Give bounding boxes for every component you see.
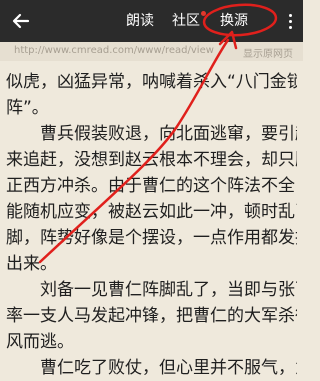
text-line: 能随机应变，被赵云如此一冲，顿时乱了阵 [6,202,297,222]
text-line: 曹兵假装败退，向北面逃窜，要引赵云 [40,124,297,144]
text-line: 正西方冲杀。由于曹仁的这个阵法不全，不 [6,176,297,196]
read-aloud-button[interactable]: 朗读 [126,0,154,42]
text-line: 阵”。 [6,98,49,118]
back-button[interactable] [6,6,36,36]
text-line: 似虎，凶猛异常，呐喊着杀入“八门金锁 [6,72,297,92]
top-toolbar: 朗读 社区 换源 [0,0,303,42]
more-options-button[interactable] [279,0,301,42]
text-line: 曹仁吃了败仗，但心里并不服气，为删 [40,358,297,378]
text-line: 来追赶，没想到赵云根本不理会，却只顾往 [6,150,297,170]
source-url: http://www.cmread.com/www/read/view [14,45,214,56]
more-vertical-icon [288,13,292,17]
text-line: 刘备一见曹仁阵脚乱了，当即与张飞各 [40,280,297,300]
text-line: 率一支人马发起冲锋，把曹仁的大军杀得望 [6,306,297,326]
source-url-bar: http://www.cmread.com/www/read/view 显示原网… [0,42,303,61]
change-source-button[interactable]: 换源 [220,0,248,42]
text-line: 脚，阵势好像是个摆设，一点作用都发挥不 [6,228,297,248]
notification-dot [201,11,206,16]
show-original-page-link[interactable]: 显示原网页 [243,45,293,60]
text-line: 风而逃。 [6,332,74,352]
back-arrow-icon [12,13,30,29]
community-button[interactable]: 社区 [172,0,200,42]
text-line: 出来。 [6,254,57,274]
